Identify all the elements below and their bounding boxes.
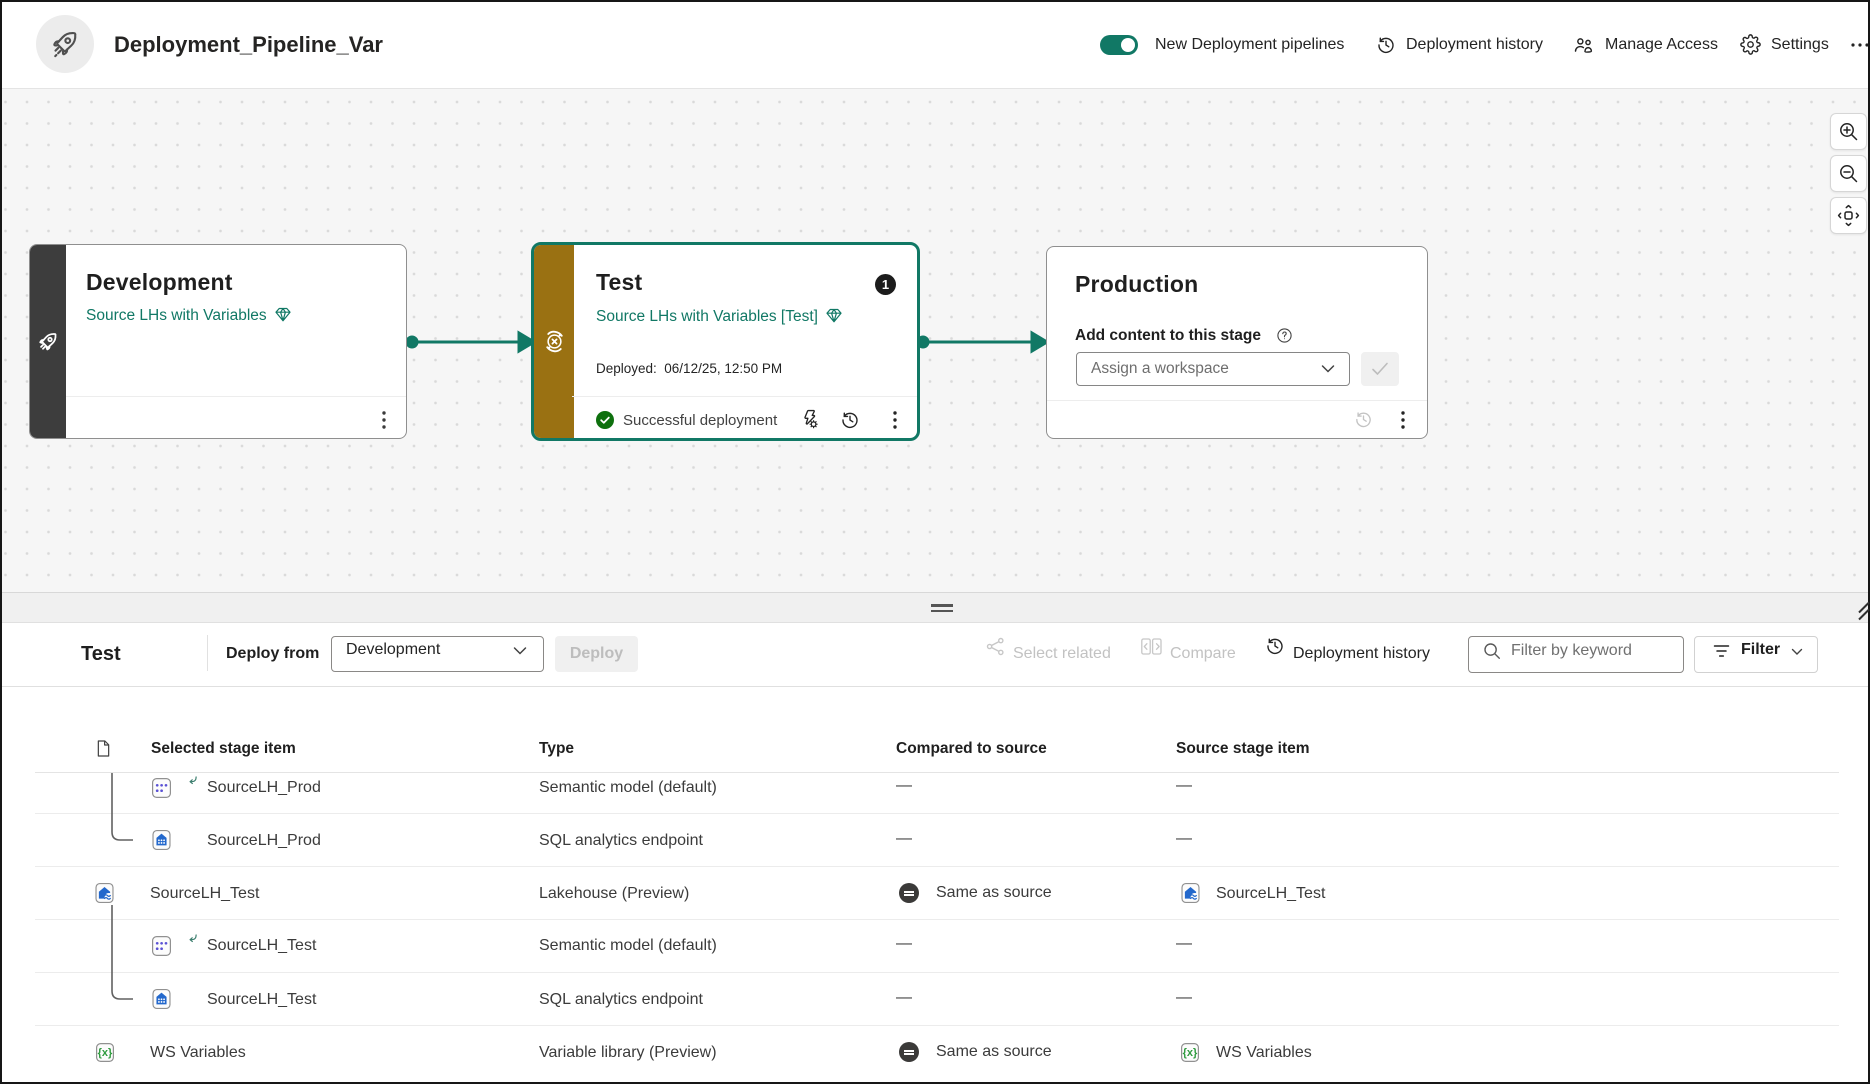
svg-text:{x}: {x} [98, 1047, 113, 1059]
svg-text:{x}: {x} [1183, 1047, 1198, 1059]
